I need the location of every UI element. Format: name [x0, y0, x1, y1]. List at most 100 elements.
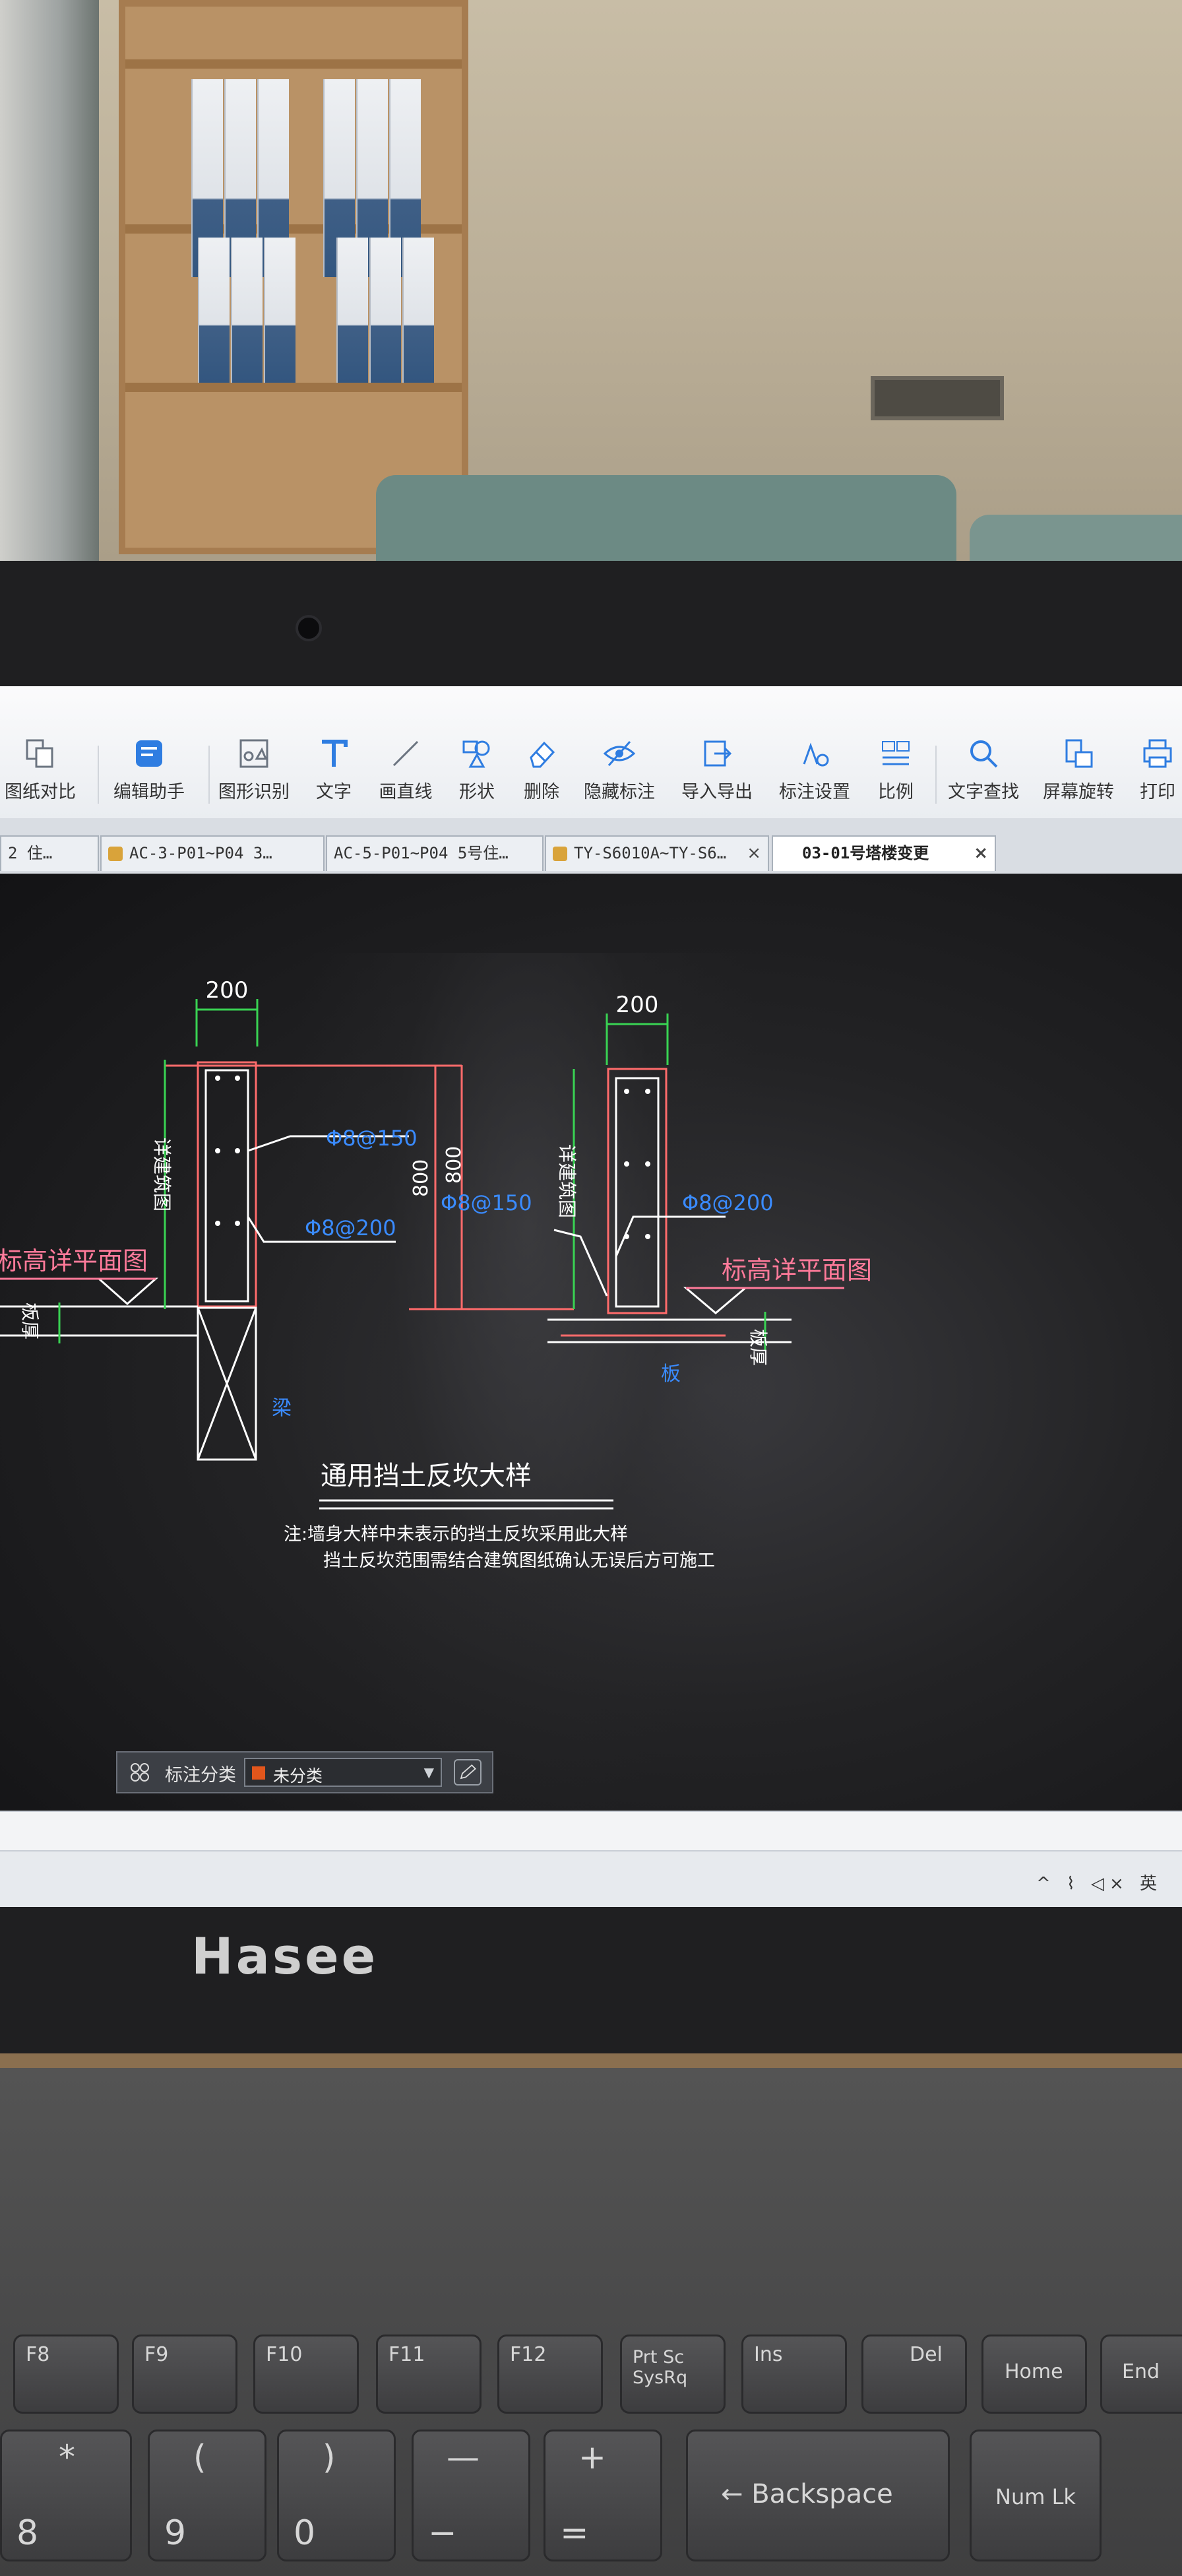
binder [402, 238, 434, 383]
rebar-dot [235, 1148, 240, 1153]
tab-document-1[interactable]: 2 住… [0, 835, 99, 871]
tab-close-icon[interactable]: × [974, 837, 988, 870]
edit-assistant-button[interactable]: 编辑助手 [111, 736, 187, 809]
annotation-category-select[interactable]: 未分类 ▼ [244, 1758, 442, 1787]
rotate-screen-button[interactable]: 屏幕旋转 [1042, 736, 1115, 809]
key-backspace[interactable]: ← Backspace [686, 2430, 950, 2561]
rebar-dot [235, 1076, 240, 1081]
key-f11[interactable]: F11 [376, 2334, 482, 2414]
rebar-text: Φ8@200 [682, 1190, 774, 1215]
binder [369, 238, 401, 383]
beam-label: 梁 [272, 1397, 292, 1420]
key-f10[interactable]: F10 [253, 2334, 359, 2414]
elevation-text: 标高详平面图 [0, 1246, 148, 1275]
edit-assistant-icon [136, 740, 162, 767]
separator [208, 746, 210, 804]
line-tool-button[interactable]: 画直线 [376, 736, 435, 809]
delete-button[interactable]: 删除 [518, 736, 565, 809]
print-button[interactable]: 打印 [1135, 736, 1181, 809]
key-f8[interactable]: F8 [13, 2334, 119, 2414]
annotation-category-label: 标注分类 [165, 1765, 236, 1786]
key-insert[interactable]: Ins [741, 2334, 847, 2414]
separator [98, 746, 99, 804]
tab-close-icon[interactable]: × [747, 837, 761, 870]
category-value: 未分类 [273, 1766, 323, 1786]
shelf-board [125, 383, 462, 392]
slab-label: 板 [661, 1363, 681, 1386]
line-icon [392, 740, 419, 767]
window-frame [0, 0, 99, 561]
note-line-2: 挡土反坎范围需结合建筑图纸确认无误后方可施工 [323, 1551, 715, 1571]
tab-document-5[interactable]: 03-01号塔楼变更 × [772, 835, 996, 871]
rebar-dot [235, 1221, 240, 1226]
binder [198, 238, 230, 383]
import-export-button[interactable]: 导入导出 [681, 736, 753, 809]
eye-hidden-icon [603, 741, 636, 766]
hide-annotations-button[interactable]: 隐藏标注 [583, 736, 656, 809]
scale-button[interactable]: 比例 [869, 736, 922, 809]
shape-recognition-button[interactable]: 图形识别 [218, 736, 290, 809]
tab-document-3[interactable]: AC-5-P01~P04 5号住… [326, 835, 544, 871]
key-minus[interactable]: — − [412, 2430, 530, 2561]
dim-text: 200 [206, 977, 249, 1004]
annotation-settings-button[interactable]: 标注设置 [778, 736, 851, 809]
shape-icon [462, 740, 490, 768]
dim-text: 200 [616, 992, 659, 1018]
rebar-dot [645, 1161, 650, 1167]
arch-ref-text: 详建筑图 [556, 1144, 578, 1218]
note-line-1: 注:墙身大样中未表示的挡土反坎采用此大样 [284, 1524, 628, 1545]
drawing-canvas[interactable]: 200 200 800 800 Φ8@150 Φ8@200 Φ8@150 Φ8@… [0, 874, 1182, 1811]
rebar-dot [215, 1076, 220, 1081]
edit-category-icon[interactable] [454, 1759, 482, 1786]
compare-icon [26, 739, 53, 768]
detail-title: 通用挡土反坎大样 [321, 1461, 532, 1491]
eraser-icon [530, 741, 555, 768]
key-f9[interactable]: F9 [132, 2334, 237, 2414]
key-f12[interactable]: F12 [497, 2334, 603, 2414]
cad-drawing: 200 200 800 800 Φ8@150 Φ8@200 Φ8@150 Φ8@… [0, 977, 872, 1571]
key-equals[interactable]: + = [544, 2430, 662, 2561]
scale-icon [882, 741, 910, 765]
webcam-icon [296, 615, 322, 641]
key-home[interactable]: Home [981, 2334, 1087, 2414]
key-0[interactable]: ) 0 [277, 2430, 396, 2561]
binder [231, 238, 263, 383]
tab-document-2[interactable]: AC-3-P01~P04 3… [100, 835, 325, 871]
category-color-swatch [252, 1766, 265, 1780]
key-num-lock[interactable]: Num Lk [970, 2430, 1102, 2561]
laptop-hinge [0, 2053, 1182, 2068]
compare-button[interactable]: 图纸对比 [4, 736, 77, 809]
key-9[interactable]: ( 9 [148, 2430, 266, 2561]
rebar-dot [215, 1148, 220, 1153]
document-tab-bar: 2 住… AC-3-P01~P04 3… AC-5-P01~P04 5号住… T… [0, 818, 1182, 875]
key-delete[interactable]: Del [861, 2334, 967, 2414]
keyboard-deck: F8 F9 F10 F11 F12 Prt Sc SysRq Ins Del H… [0, 2068, 1182, 2576]
slab-thickness-text: 板厚 [19, 1303, 41, 1339]
shape-recognition-icon [239, 739, 268, 768]
shape-tool-button[interactable]: 形状 [454, 736, 500, 809]
rebar-dot [624, 1089, 629, 1094]
rebar-dot [624, 1161, 629, 1167]
key-end[interactable]: End [1100, 2334, 1182, 2414]
room-background [0, 0, 1182, 594]
elevation-mark [96, 1277, 158, 1306]
text-search-button[interactable]: 文字查找 [947, 736, 1020, 809]
dim-text: 800 [410, 1159, 433, 1197]
leader-line [553, 1229, 608, 1297]
grid-icon [131, 1763, 149, 1782]
text-tool-button[interactable]: 文字 [307, 736, 360, 809]
rebar-cage [615, 1077, 660, 1308]
text-search-icon [970, 740, 998, 768]
tab-document-4[interactable]: TY-S6010A~TY-S6… × [545, 835, 769, 871]
arch-ref-text: 详建筑图 [151, 1138, 173, 1211]
right-detail [547, 1014, 844, 1350]
import-export-icon [704, 740, 732, 767]
key-8[interactable]: * 8 [0, 2430, 132, 2561]
rebar-cage [204, 1069, 249, 1303]
annotation-category-panel: 标注分类 未分类 ▼ [116, 1751, 493, 1793]
rebar-dot [215, 1221, 220, 1226]
system-tray[interactable]: ^ ⌇ ◁× 英 [1036, 1870, 1162, 1894]
lock-icon [553, 847, 567, 861]
slab-thickness-text: 板厚 [747, 1329, 769, 1366]
key-print-screen[interactable]: Prt Sc SysRq [620, 2334, 726, 2414]
